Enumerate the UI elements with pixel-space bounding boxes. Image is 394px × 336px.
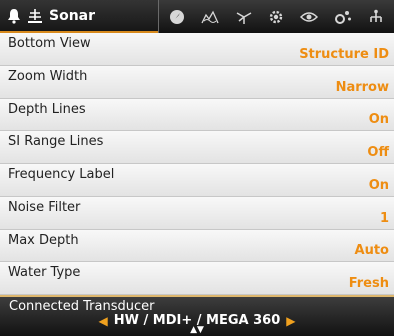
menu-item-value: Auto: [354, 243, 389, 259]
menu-item-label: Water Type: [8, 265, 81, 281]
menu-item-depth-lines[interactable]: Depth Lines On: [0, 98, 394, 132]
scroll-up-down-icon: ▲▼: [190, 325, 204, 335]
settings-list: Bottom View Structure ID Zoom Width Narr…: [0, 33, 394, 295]
menu-item-label: Zoom Width: [8, 68, 88, 84]
menu-item-connected-transducer[interactable]: Connected Transducer ◀ HW / MDI+ / MEGA …: [0, 295, 394, 336]
menu-item-bottom-view[interactable]: Bottom View Structure ID: [0, 33, 394, 66]
menu-item-label: SI Range Lines: [8, 134, 104, 150]
menu-item-value: Off: [367, 145, 389, 160]
menu-item-value: Structure ID: [299, 46, 389, 62]
alert-bell-icon[interactable]: [7, 8, 21, 24]
menu-item-value: On: [368, 112, 389, 128]
menu-item-frequency-label[interactable]: Frequency Label On: [0, 164, 394, 197]
menu-item-max-depth[interactable]: Max Depth Auto: [0, 229, 394, 263]
menu-item-label: Bottom View: [8, 36, 91, 51]
menu-item-label: Frequency Label: [8, 167, 115, 182]
selected-item-label: Connected Transducer: [9, 299, 155, 314]
menu-item-label: Noise Filter: [8, 199, 81, 215]
arrow-left-icon[interactable]: ◀: [99, 314, 108, 328]
menu-item-value: Fresh: [348, 276, 389, 291]
chart-icon[interactable]: [201, 10, 219, 24]
navigation-icon[interactable]: [169, 9, 185, 25]
menu-item-water-type[interactable]: Water Type Fresh: [0, 262, 394, 295]
tab-bar: Sonar: [0, 0, 394, 33]
settings-icon[interactable]: [268, 9, 284, 25]
tab-icons-group: [158, 0, 394, 33]
network-icon[interactable]: [368, 9, 384, 25]
menu-item-value: 1: [379, 210, 389, 226]
accessories-icon[interactable]: [334, 9, 352, 25]
sonar-menu-screen: Sonar Bottom View Structure ID Zoom Widt…: [0, 0, 394, 336]
arrow-right-icon[interactable]: ▶: [286, 314, 295, 328]
menu-item-zoom-width[interactable]: Zoom Width Narrow: [0, 65, 394, 99]
menu-item-noise-filter[interactable]: Noise Filter 1: [0, 196, 394, 230]
menu-item-si-range-lines[interactable]: SI Range Lines Off: [0, 131, 394, 164]
tab-sonar-label: Sonar: [49, 7, 96, 24]
menu-item-value: Narrow: [335, 79, 389, 95]
menu-item-value: On: [368, 177, 389, 193]
menu-item-label: Depth Lines: [8, 101, 86, 117]
menu-item-label: Max Depth: [8, 232, 79, 248]
tab-sonar[interactable]: Sonar: [0, 0, 158, 33]
gps-icon[interactable]: [235, 9, 253, 25]
view-icon[interactable]: [300, 11, 319, 23]
sonar-icon: [27, 8, 43, 24]
